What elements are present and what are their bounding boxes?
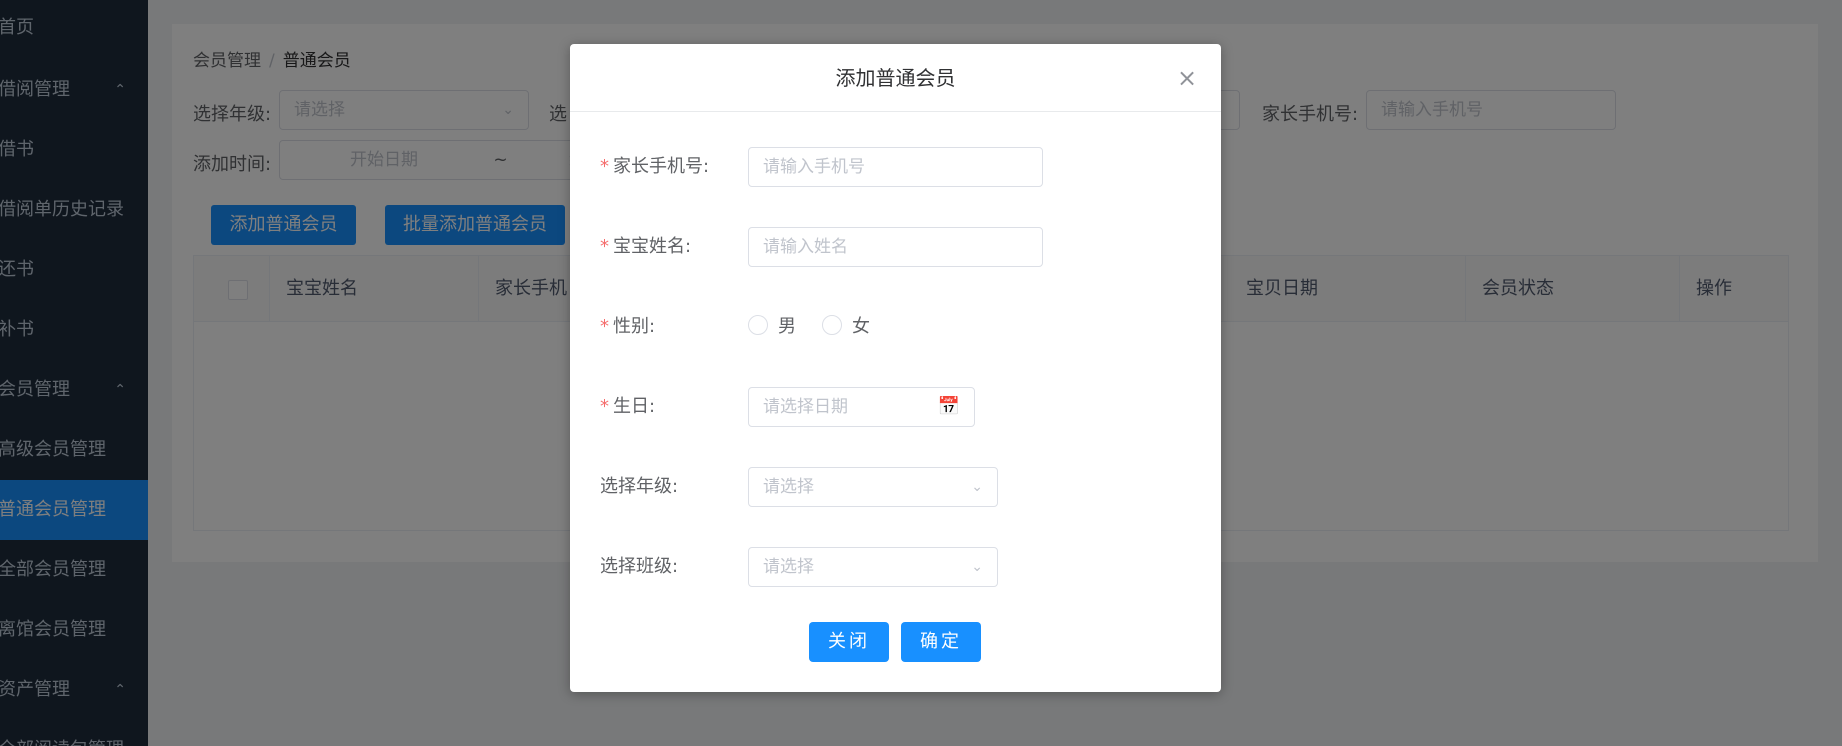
gender-label-text: 性别: bbox=[613, 316, 656, 337]
baby-name-input[interactable]: 请输入姓名 bbox=[748, 227, 1043, 267]
grade-label-text: 选择年级: bbox=[600, 476, 679, 497]
grade-placeholder: 请选择 bbox=[763, 477, 814, 497]
close-icon[interactable]: × bbox=[1175, 66, 1199, 90]
phone-label-text: 家长手机号: bbox=[613, 156, 710, 177]
dialog-close-button[interactable]: 关闭 bbox=[809, 622, 889, 662]
phone-placeholder: 请输入手机号 bbox=[763, 157, 865, 177]
birthday-date-picker[interactable]: 请选择日期 📅 bbox=[748, 387, 975, 427]
gender-female-label[interactable]: 女 bbox=[852, 307, 870, 347]
birthday-field-label: * 生日: bbox=[600, 387, 655, 427]
dialog-header: 添加普通会员 × bbox=[570, 44, 1221, 112]
class-field-label: 选择班级: bbox=[600, 547, 678, 587]
phone-input[interactable]: 请输入手机号 bbox=[748, 147, 1043, 187]
chevron-down-icon: ⌄ bbox=[971, 559, 983, 575]
class-select[interactable]: 请选择 ⌄ bbox=[748, 547, 998, 587]
chevron-down-icon: ⌄ bbox=[971, 479, 983, 495]
gender-female-radio[interactable] bbox=[822, 315, 842, 335]
required-mark: * bbox=[600, 396, 609, 417]
birthday-label-text: 生日: bbox=[613, 396, 656, 417]
class-placeholder: 请选择 bbox=[763, 557, 814, 577]
calendar-icon: 📅 bbox=[937, 396, 960, 417]
class-label-text: 选择班级: bbox=[600, 556, 679, 577]
required-mark: * bbox=[600, 156, 609, 177]
name-placeholder: 请输入姓名 bbox=[763, 237, 848, 257]
phone-field-label: * 家长手机号: bbox=[600, 147, 709, 187]
gender-male-radio[interactable] bbox=[748, 315, 768, 335]
name-field-label: * 宝宝姓名: bbox=[600, 227, 691, 267]
required-mark: * bbox=[600, 316, 609, 337]
dialog-title: 添加普通会员 bbox=[835, 66, 956, 90]
add-member-dialog: 添加普通会员 × * 家长手机号: 请输入手机号 * 宝宝姓名: 请输入姓名 * 性别… bbox=[570, 44, 1221, 692]
dialog-confirm-button[interactable]: 确定 bbox=[901, 622, 981, 662]
gender-radio-group: 男女 bbox=[748, 307, 896, 347]
name-label-text: 宝宝姓名: bbox=[613, 236, 692, 257]
birthday-placeholder: 请选择日期 bbox=[763, 397, 848, 417]
gender-male-label[interactable]: 男 bbox=[778, 307, 796, 347]
grade-select[interactable]: 请选择 ⌄ bbox=[748, 467, 998, 507]
required-mark: * bbox=[600, 236, 609, 257]
grade-field-label: 选择年级: bbox=[600, 467, 678, 507]
gender-field-label: * 性别: bbox=[600, 307, 655, 347]
